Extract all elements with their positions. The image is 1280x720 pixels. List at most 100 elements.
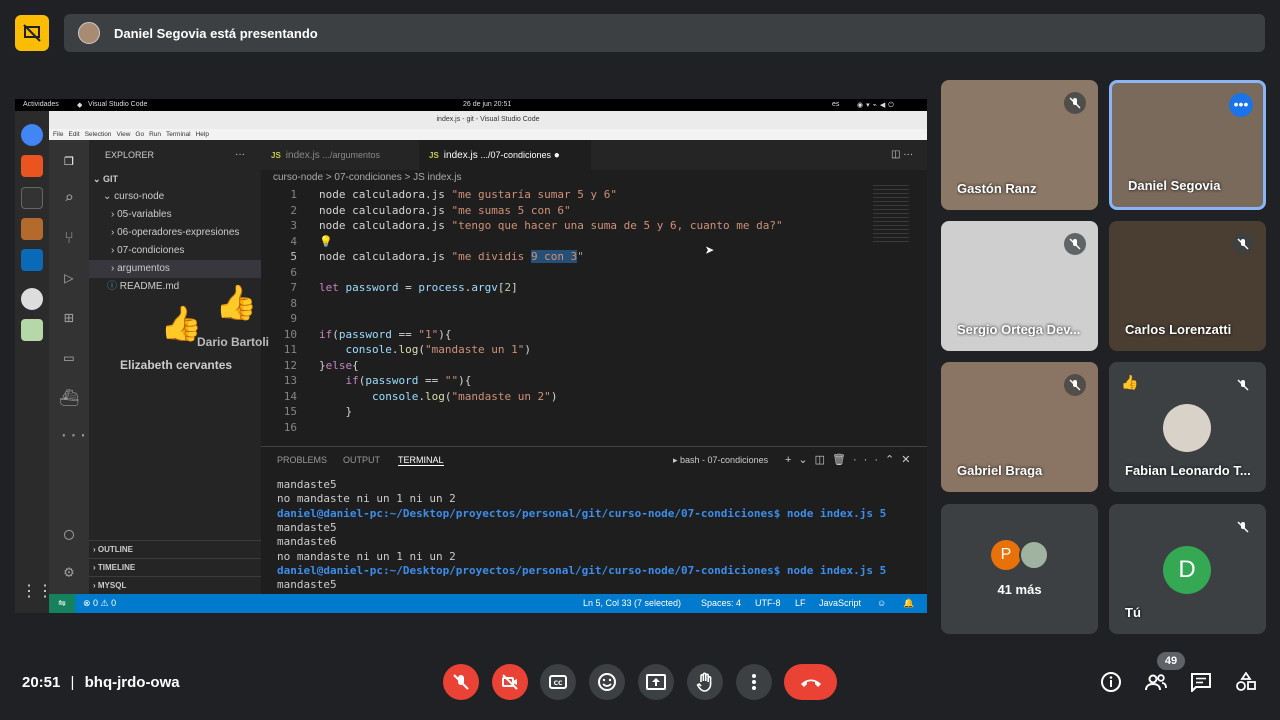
terminal-actions[interactable]: +⌄◫🗑···⌃✕ bbox=[785, 453, 917, 466]
status-problems[interactable]: ⊗ 0 ⚠ 0 bbox=[83, 594, 116, 613]
menu-edit[interactable]: Edit bbox=[68, 131, 79, 138]
participant-tile-carlos[interactable]: Carlos Lorenzatti bbox=[1109, 221, 1266, 351]
clock: 20:51 bbox=[22, 674, 61, 691]
tab-argumentos[interactable]: JS index.js .../argumentos bbox=[261, 140, 419, 170]
menu-run[interactable]: Run bbox=[149, 131, 161, 138]
chrome-icon[interactable] bbox=[21, 124, 43, 146]
menu-terminal[interactable]: Terminal bbox=[166, 131, 191, 138]
gear-icon[interactable]: ⚙ bbox=[59, 562, 79, 582]
presenting-banner: Daniel Segovia está presentando bbox=[64, 14, 1265, 52]
thumbs-up-icon: 👍 bbox=[215, 283, 258, 323]
bell-icon[interactable]: 🔔 bbox=[903, 594, 914, 613]
ubuntu-dock: ⋮⋮ bbox=[15, 111, 53, 613]
minimap[interactable] bbox=[873, 185, 909, 245]
feedback-icon[interactable]: ☺ bbox=[877, 594, 886, 613]
tree-item-07[interactable]: › 07-condiciones bbox=[89, 242, 261, 260]
avatar bbox=[1163, 404, 1211, 452]
menu-help[interactable]: Help bbox=[196, 131, 209, 138]
mic-off-icon bbox=[1064, 233, 1086, 255]
menu-selection[interactable]: Selection bbox=[85, 131, 112, 138]
reaction-name-dario: Dario Bartoli bbox=[197, 335, 270, 349]
app-label: Visual Studio Code bbox=[88, 101, 148, 108]
participant-tile-sergio[interactable]: Sergio Ortega Dev... bbox=[941, 221, 1098, 351]
people-icon[interactable] bbox=[1145, 671, 1167, 693]
thumbs-up-icon: 👍 bbox=[160, 304, 203, 344]
info-icon[interactable] bbox=[1100, 671, 1122, 693]
more-options-icon[interactable]: ••• bbox=[1229, 93, 1253, 117]
tree-item-curso-node[interactable]: ⌄ curso-node bbox=[89, 188, 261, 206]
remote-icon[interactable]: ▭ bbox=[59, 348, 79, 368]
participant-name: Sergio Ortega Dev... bbox=[957, 322, 1081, 337]
status-eol[interactable]: LF bbox=[795, 594, 806, 613]
trash-icon[interactable] bbox=[21, 319, 43, 341]
remote-indicator[interactable]: ⇋ bbox=[49, 594, 75, 613]
software-icon[interactable] bbox=[21, 155, 43, 177]
source-control-icon[interactable]: ⑂ bbox=[59, 228, 79, 248]
apps-grid-icon[interactable]: ⋮⋮ bbox=[21, 581, 53, 603]
camera-off-button[interactable] bbox=[492, 664, 528, 700]
chat-icon[interactable] bbox=[1190, 671, 1212, 693]
tree-item-argumentos[interactable]: › argumentos bbox=[89, 260, 261, 278]
status-spaces[interactable]: Spaces: 4 bbox=[701, 594, 741, 613]
mic-off-icon bbox=[1232, 233, 1254, 255]
account-icon[interactable]: ◯ bbox=[59, 524, 79, 544]
tree-item-06[interactable]: › 06-operadores-expresiones bbox=[89, 224, 261, 242]
panel-tabs: PROBLEMS OUTPUT TERMINAL ▸ bash - 07-con… bbox=[261, 447, 927, 473]
more-participants: 41 más bbox=[997, 582, 1042, 597]
search-icon[interactable]: ⌕ bbox=[59, 188, 79, 208]
menu-file[interactable]: File bbox=[53, 131, 63, 138]
participant-name: Daniel Segovia bbox=[1128, 178, 1221, 193]
terminal-icon[interactable] bbox=[21, 187, 43, 209]
raise-hand-button[interactable] bbox=[687, 664, 723, 700]
timeline-section[interactable]: › TIMELINE bbox=[89, 558, 261, 576]
vscode-icon[interactable] bbox=[21, 249, 43, 271]
participant-tile-gabriel[interactable]: Gabriel Braga bbox=[941, 362, 1098, 492]
tab-output[interactable]: OUTPUT bbox=[343, 455, 380, 465]
emoji-button[interactable] bbox=[589, 664, 625, 700]
more-options-button[interactable] bbox=[736, 664, 772, 700]
participant-tile-fabian[interactable]: 👍 Fabian Leonardo T... bbox=[1109, 362, 1266, 492]
status-language[interactable]: JavaScript bbox=[819, 594, 861, 613]
leave-call-button[interactable] bbox=[784, 664, 837, 700]
activities-icon[interactable] bbox=[1235, 671, 1257, 693]
mic-off-icon bbox=[1232, 516, 1254, 538]
menu-view[interactable]: View bbox=[116, 131, 130, 138]
tab-problems[interactable]: PROBLEMS bbox=[277, 455, 327, 465]
explorer-more-icon[interactable]: ··· bbox=[235, 146, 255, 164]
outline-section[interactable]: › OUTLINE bbox=[89, 540, 261, 558]
participant-name: Fabian Leonardo T... bbox=[1125, 463, 1251, 478]
date-label: 26 de jun 20:51 bbox=[463, 101, 512, 108]
status-position[interactable]: Ln 5, Col 33 (7 selected) bbox=[583, 594, 681, 613]
extensions-icon[interactable]: ⊞ bbox=[59, 308, 79, 328]
tray-icons: ◉▾⌁◀⏻ bbox=[857, 102, 897, 109]
tree-item-git[interactable]: ⌄ GIT bbox=[89, 170, 261, 188]
more-icon[interactable]: ··· bbox=[59, 426, 88, 446]
thumbs-up-icon: 👍 bbox=[1121, 374, 1139, 390]
terminal-panel[interactable]: PROBLEMS OUTPUT TERMINAL ▸ bash - 07-con… bbox=[261, 446, 927, 594]
participant-tile-you[interactable]: D Tú bbox=[1109, 504, 1266, 634]
docker-icon[interactable]: ⛴ bbox=[59, 388, 79, 408]
status-encoding[interactable]: UTF-8 bbox=[755, 594, 781, 613]
files-icon[interactable]: ❐ bbox=[59, 150, 79, 170]
tab-condiciones[interactable]: JS index.js .../07-condiciones ● bbox=[419, 140, 591, 170]
mic-off-button[interactable] bbox=[443, 664, 479, 700]
terminal-selector[interactable]: ▸ bash - 07-condiciones bbox=[673, 455, 768, 466]
tree-item-05[interactable]: › 05-variables bbox=[89, 206, 261, 224]
menu-go[interactable]: Go bbox=[135, 131, 144, 138]
participant-tile-more[interactable]: P 41 más bbox=[941, 504, 1098, 634]
meeting-code[interactable]: bhq-jrdo-owa bbox=[85, 674, 180, 691]
split-editor-icon[interactable]: ◫ ··· bbox=[881, 140, 913, 170]
present-screen-button[interactable] bbox=[638, 664, 674, 700]
run-debug-icon[interactable]: ▷ bbox=[59, 268, 79, 288]
disc-icon[interactable] bbox=[21, 288, 43, 310]
mysql-section[interactable]: › MYSQL bbox=[89, 576, 261, 594]
tab-terminal[interactable]: TERMINAL bbox=[398, 455, 444, 466]
breadcrumb[interactable]: curso-node > 07-condiciones > JS index.j… bbox=[273, 172, 461, 183]
participant-tile-daniel[interactable]: ••• Daniel Segovia bbox=[1109, 80, 1266, 210]
avatar-p: P bbox=[991, 540, 1021, 570]
code-editor[interactable]: JS index.js .../argumentos JS index.js ...… bbox=[261, 140, 927, 446]
presentation-icon[interactable] bbox=[15, 15, 49, 51]
participant-tile-gaston[interactable]: Gastón Ranz bbox=[941, 80, 1098, 210]
captions-button[interactable]: CC bbox=[540, 664, 576, 700]
files-icon[interactable] bbox=[21, 218, 43, 240]
